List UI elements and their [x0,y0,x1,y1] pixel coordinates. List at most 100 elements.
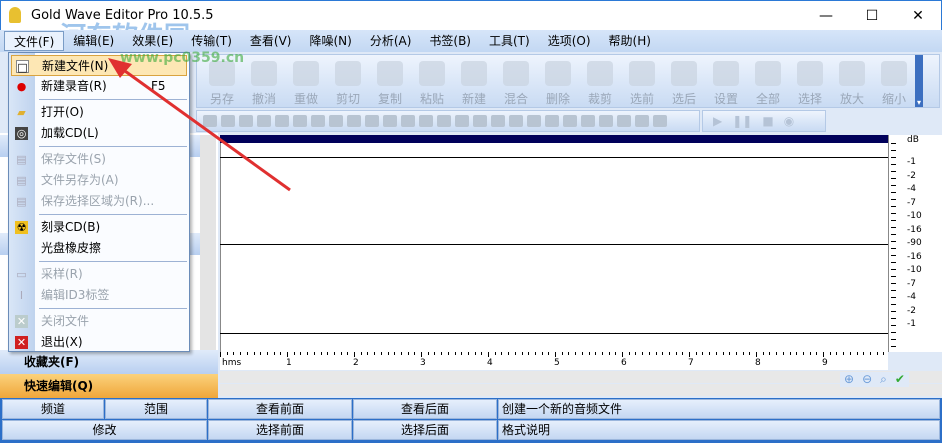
zoom-fit-icon[interactable]: ⌕ [880,372,887,387]
toolbar-button-12[interactable]: 设置 [705,55,747,107]
file-menu-item-label: 编辑ID3标签 [41,288,110,302]
horizontal-scrollbar-1[interactable] [220,371,942,383]
zoom-out-icon[interactable]: ⊖ [862,372,872,387]
edit-tool-icon[interactable] [635,115,649,127]
quick-edit-section[interactable]: 快速编辑(Q) [0,374,218,398]
toolbar-button-4[interactable]: 复制 [369,55,411,107]
db-scale: dB -1 -2 -4 -7 -10 -16 -90 -16 -10 -7 -4 -2 -1 [888,135,942,352]
check-icon[interactable]: ✔ [895,372,905,387]
toolbar-overflow-button[interactable]: ▾ [915,55,923,107]
edit-tool-icon[interactable] [401,115,415,127]
panel-scrollbar[interactable] [200,135,216,350]
horizontal-scrollbar-2[interactable] [220,384,942,396]
menu-item-7[interactable]: 书签(B) [420,31,480,51]
toolbar-button-2[interactable]: 重做 [285,55,327,107]
time-tick [802,352,804,355]
menu-item-0[interactable]: 文件(F) [4,31,65,51]
file-menu-item[interactable]: ▭ 采样(R) [11,264,187,285]
toolbar-button-7[interactable]: 混合 [495,55,537,107]
toolbar-button-15[interactable]: 放大 [831,55,873,107]
select-after-button[interactable]: 选择后面 [353,420,497,440]
edit-toolbar [196,110,700,132]
toolbar-button-11[interactable]: 选后 [663,55,705,107]
overview-bar[interactable] [220,135,888,143]
edit-tool-icon[interactable] [599,115,613,127]
file-menu-item[interactable]: 光盘橡皮擦 [11,238,187,259]
file-menu-item[interactable]: ✕ 退出(X) [11,332,187,353]
edit-tool-icon[interactable] [365,115,379,127]
menu-item-9[interactable]: 选项(O) [539,31,600,51]
file-menu-item[interactable]: ☢ 刻录CD(B) [11,217,187,238]
edit-tool-icon[interactable] [509,115,523,127]
menu-item-2[interactable]: 效果(E) [123,31,182,51]
new-file-icon: □ [16,60,29,74]
edit-tool-icon[interactable] [203,115,217,127]
toolbar-button-3[interactable]: 剪切 [327,55,369,107]
edit-tool-icon[interactable] [545,115,559,127]
menu-item-3[interactable]: 传输(T) [182,31,241,51]
file-menu-item[interactable]: ▤ 保存选择区域为(R)... [11,191,187,212]
file-menu-item[interactable]: ◎ 加载CD(L) [11,123,187,144]
file-menu-item[interactable]: ▰ 打开(O) [11,102,187,123]
time-tick [622,352,623,357]
favorites-section[interactable]: 收藏夹(F) [0,350,218,374]
edit-tool-icon[interactable] [329,115,343,127]
edit-tool-icon[interactable] [347,115,361,127]
file-menu-item[interactable]: I 编辑ID3标签 [11,285,187,306]
edit-tool-icon[interactable] [491,115,505,127]
edit-tool-icon[interactable] [239,115,253,127]
edit-tool-icon[interactable] [455,115,469,127]
edit-tool-icon[interactable] [383,115,397,127]
time-label: 2 [353,358,359,368]
play-icon[interactable]: ▶ [713,114,722,128]
file-menu-item[interactable]: ▤ 文件另存为(A) [11,170,187,191]
file-menu-item[interactable]: ✕ 关闭文件 [11,311,187,332]
toolbar-button-14[interactable]: 选择 [789,55,831,107]
edit-tool-icon[interactable] [437,115,451,127]
edit-tool-icon[interactable] [653,115,667,127]
file-menu-item[interactable]: ▤ 保存文件(S) [11,149,187,170]
edit-tool-icon[interactable] [311,115,325,127]
toolbar-button-6[interactable]: 新建 [453,55,495,107]
edit-tool-icon[interactable] [563,115,577,127]
view-before-button[interactable]: 查看前面 [208,399,352,419]
toolbar-button-13[interactable]: 全部 [747,55,789,107]
pause-icon[interactable]: ❚❚ [732,114,752,128]
status-message: 创建一个新的音频文件 [498,399,940,419]
menu-item-6[interactable]: 分析(A) [361,31,421,51]
edit-tool-icon[interactable] [275,115,289,127]
db-tick [891,171,896,172]
toolbar-button-9[interactable]: 裁剪 [579,55,621,107]
edit-tool-icon[interactable] [527,115,541,127]
select-before-button[interactable]: 选择前面 [208,420,352,440]
time-tick [823,352,824,357]
edit-tool-icon[interactable] [257,115,271,127]
toolbar-button-16[interactable]: 缩小 [873,55,915,107]
toolbar-button-10[interactable]: 选前 [621,55,663,107]
file-menu-item-label: 新建录音(R) [41,79,107,93]
minimize-button[interactable]: — [803,1,849,31]
toolbar-button-1[interactable]: 撤消 [243,55,285,107]
toolbar-button-5[interactable]: 粘贴 [411,55,453,107]
menu-item-4[interactable]: 查看(V) [241,31,301,51]
close-button[interactable]: ✕ [895,1,941,31]
zoom-in-icon[interactable]: ⊕ [844,372,854,387]
db-tick [891,311,896,312]
menu-item-10[interactable]: 帮助(H) [600,31,660,51]
file-menu-item[interactable]: ● 新建录音(R) F5 [11,76,187,97]
maximize-button[interactable]: ☐ [849,1,895,31]
menu-item-5[interactable]: 降噪(N) [300,31,360,51]
edit-tool-icon[interactable] [581,115,595,127]
record-play-icon[interactable]: ◉ [784,114,794,128]
menu-item-8[interactable]: 工具(T) [480,31,539,51]
time-tick [380,352,382,355]
edit-tool-icon[interactable] [293,115,307,127]
view-after-button[interactable]: 查看后面 [353,399,497,419]
toolbar-button-8[interactable]: 删除 [537,55,579,107]
edit-tool-icon[interactable] [617,115,631,127]
edit-tool-icon[interactable] [221,115,235,127]
stop-icon[interactable]: ■ [762,114,773,128]
edit-tool-icon[interactable] [419,115,433,127]
edit-tool-icon[interactable] [473,115,487,127]
menu-item-1[interactable]: 编辑(E) [64,31,123,51]
